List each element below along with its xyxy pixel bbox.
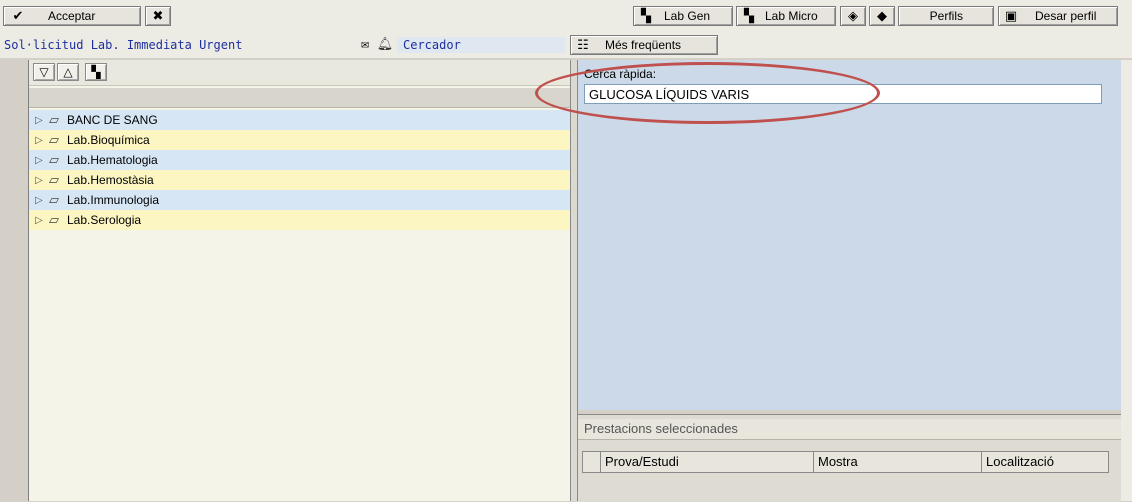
tag-button[interactable]: ◈: [840, 6, 866, 26]
expand-triangle-icon[interactable]: ▷: [35, 175, 49, 186]
save-icon: ▣: [1004, 8, 1018, 23]
folder-node-icon: ▱: [49, 192, 59, 207]
folder-node-icon: ▱: [49, 132, 59, 147]
column-header-prova[interactable]: Prova/Estudi: [601, 452, 814, 472]
tree-item[interactable]: ▷ ▱ BANC DE SANG: [29, 110, 571, 130]
perfils-button[interactable]: Perfils: [898, 6, 994, 26]
tag-icon: ◈: [848, 8, 858, 23]
quick-search-panel: Cerca ràpida:: [578, 60, 1121, 410]
folder-node-icon: ▱: [49, 172, 59, 187]
tree-item[interactable]: ▷ ▱ Lab.Immunologia: [29, 190, 571, 210]
column-header-mostra[interactable]: Mostra: [814, 452, 982, 472]
frequent-label: Més freqüents: [605, 38, 682, 52]
folder-node-icon: ▱: [49, 152, 59, 167]
tree-item-label: Lab.Immunologia: [67, 193, 160, 207]
tree-item[interactable]: ▷ ▱ Lab.Serologia: [29, 210, 571, 230]
accept-label: Acceptar: [48, 9, 96, 23]
cercador-field[interactable]: ✉ 🔔︎ Cercador: [357, 37, 565, 53]
envelope-icon: ✉: [361, 37, 369, 52]
check-icon: ✔: [12, 8, 24, 23]
expand-triangle-icon[interactable]: ▷: [35, 135, 49, 146]
panel-splitter[interactable]: [570, 60, 578, 501]
tree-item-label: Lab.Hemostàsia: [67, 173, 154, 187]
tree-item-label: BANC DE SANG: [67, 113, 158, 127]
tree-item-label: Lab.Bioquímica: [67, 133, 150, 147]
tree-toolbar: ▽ △ ▚: [29, 60, 571, 86]
tree-item-label: Lab.Serologia: [67, 213, 142, 227]
selected-services-panel: Prestacions seleccionades Prova/Estudi M…: [578, 414, 1123, 502]
window-edge: [1121, 60, 1132, 501]
quick-search-input[interactable]: [584, 84, 1102, 104]
perfils-label: Perfils: [929, 9, 963, 23]
list-icon: ☷: [577, 37, 589, 52]
quick-search-label: Cerca ràpida:: [584, 67, 657, 81]
expand-triangle-icon[interactable]: ▷: [35, 115, 49, 126]
tree-item[interactable]: ▷ ▱ Lab.Hematologia: [29, 150, 571, 170]
lab-micro-label: Lab Micro: [765, 9, 818, 23]
tree-header: [29, 88, 571, 108]
expand-triangle-icon[interactable]: ▷: [35, 155, 49, 166]
lab-micro-button[interactable]: ▚ Lab Micro: [736, 6, 836, 26]
tree-item[interactable]: ▷ ▱ Lab.Hemostàsia: [29, 170, 571, 190]
collapse-all-button[interactable]: △: [57, 63, 79, 81]
lab-gen-button[interactable]: ▚ Lab Gen: [633, 6, 733, 26]
column-header-localitzacio[interactable]: Localització: [982, 452, 1108, 472]
main-toolbar: ✔ Acceptar ✖ ▚ Lab Gen ▚ Lab Micro ◈ ◆ P…: [0, 0, 1132, 36]
accept-button[interactable]: ✔ Acceptar: [3, 6, 141, 26]
profile-icon: ◆: [877, 8, 887, 23]
lab-tree-panel: ▽ △ ▚ ▷ ▱ BANC DE SANG ▷ ▱ Lab.Bioquímic…: [28, 60, 571, 501]
lab-tree: ▷ ▱ BANC DE SANG ▷ ▱ Lab.Bioquímica ▷ ▱ …: [29, 110, 571, 230]
lab-gen-label: Lab Gen: [664, 9, 711, 23]
profile-tag-button[interactable]: ◆: [869, 6, 895, 26]
expand-triangle-icon[interactable]: ▷: [35, 215, 49, 226]
request-type-value: Sol·licitud Lab. Immediata Urgent: [4, 38, 243, 52]
cancel-button[interactable]: ✖: [145, 6, 171, 26]
folder-node-icon: ▱: [49, 112, 59, 127]
save-profile-button[interactable]: ▣ Desar perfil: [998, 6, 1118, 26]
cancel-icon: ✖: [152, 8, 164, 23]
expand-all-icon: ▽: [39, 65, 49, 79]
frequent-button[interactable]: ☷ Més freqüents: [570, 35, 718, 55]
expand-triangle-icon[interactable]: ▷: [35, 195, 49, 206]
binoculars-icon: ▚: [641, 8, 651, 23]
expand-all-button[interactable]: ▽: [33, 63, 55, 81]
collapse-all-icon: △: [63, 65, 73, 79]
selected-services-header: Prova/Estudi Mostra Localització: [582, 451, 1109, 473]
find-button[interactable]: ▚: [85, 63, 107, 81]
tree-item-label: Lab.Hematologia: [67, 153, 158, 167]
request-type-field: Sol·licitud Lab. Immediata Urgent: [4, 37, 242, 53]
bell-icon: 🔔︎: [376, 37, 394, 52]
cercador-value: Cercador: [397, 37, 565, 53]
row-selector-header[interactable]: [583, 452, 601, 472]
tree-item[interactable]: ▷ ▱ Lab.Bioquímica: [29, 130, 571, 150]
save-profile-label: Desar perfil: [1035, 9, 1097, 23]
binoculars-icon: ▚: [744, 8, 754, 23]
folder-node-icon: ▱: [49, 212, 59, 227]
selected-services-title: Prestacions seleccionades: [578, 419, 1123, 440]
binoculars-icon: ▚: [91, 65, 101, 79]
